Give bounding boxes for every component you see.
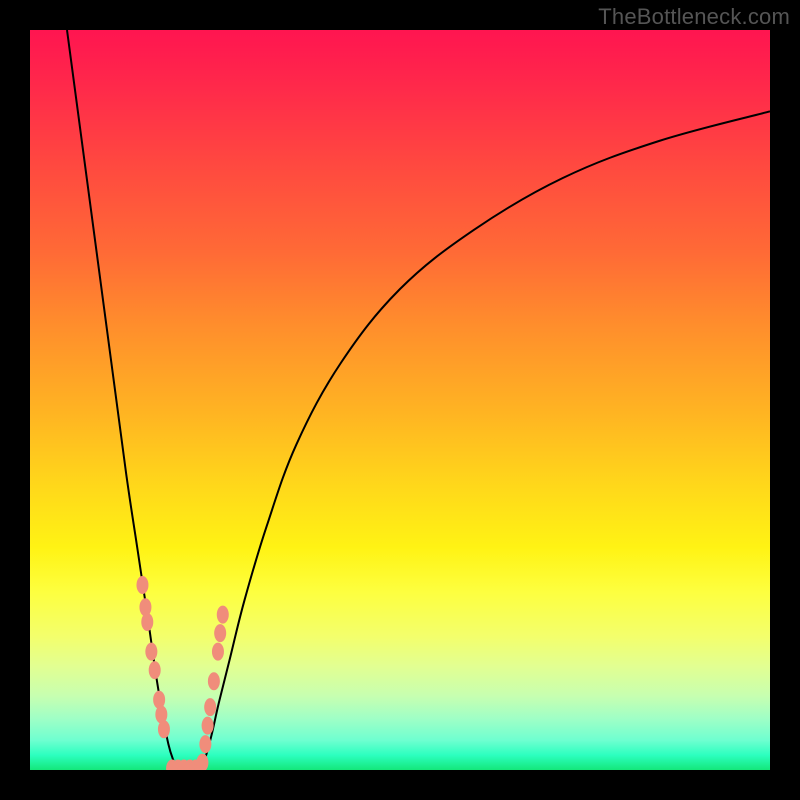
data-marker — [217, 606, 229, 624]
data-marker — [136, 576, 148, 594]
data-marker — [149, 661, 161, 679]
data-marker — [153, 691, 165, 709]
curve-left-branch — [67, 30, 178, 770]
data-marker — [199, 735, 211, 753]
plot-area — [30, 30, 770, 770]
data-marker — [208, 672, 220, 690]
data-marker — [202, 717, 214, 735]
chart-canvas: TheBottleneck.com — [0, 0, 800, 800]
curve-right-branch — [200, 111, 770, 770]
data-marker — [145, 643, 157, 661]
data-marker — [204, 698, 216, 716]
data-marker — [141, 613, 153, 631]
marker-group-floor — [166, 760, 206, 770]
watermark-text: TheBottleneck.com — [598, 4, 790, 30]
marker-group-right — [196, 606, 228, 770]
data-marker — [214, 624, 226, 642]
data-marker — [212, 643, 224, 661]
curves-svg — [30, 30, 770, 770]
marker-group-left — [136, 576, 169, 738]
data-marker — [158, 720, 170, 738]
